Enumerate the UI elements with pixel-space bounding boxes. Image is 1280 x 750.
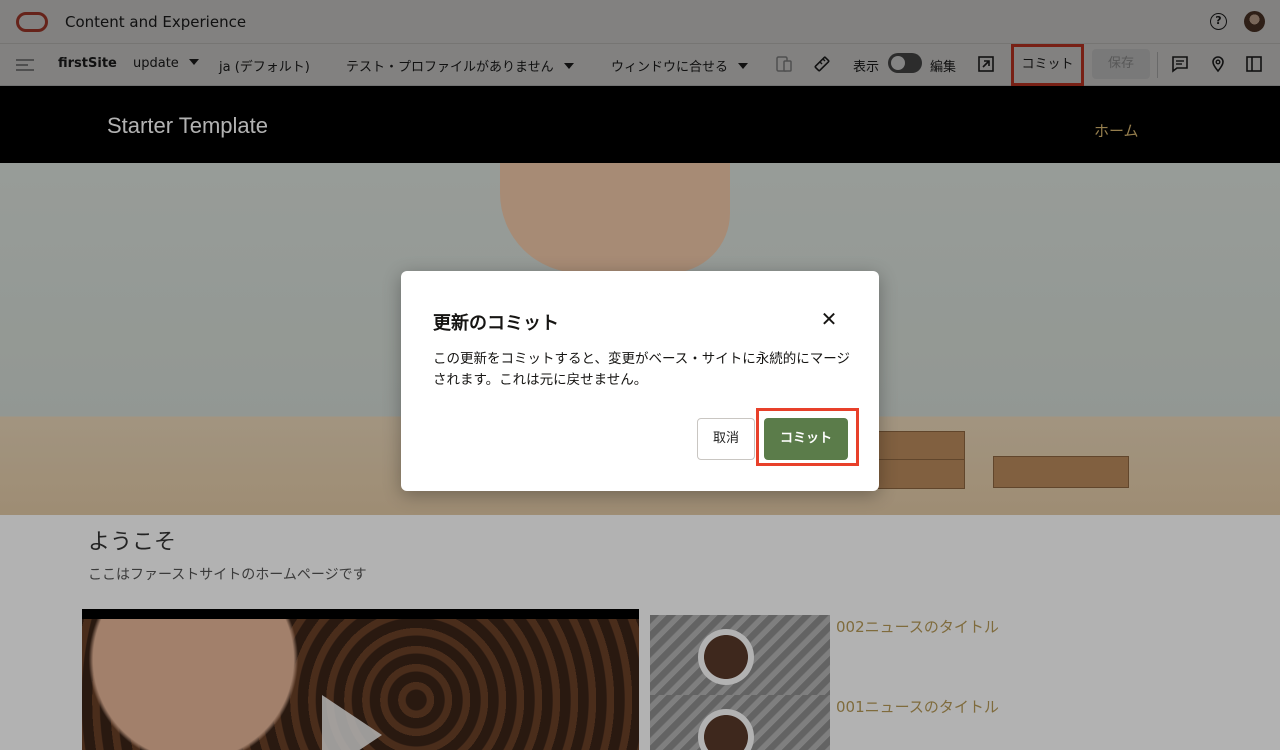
cancel-button[interactable]: 取消	[697, 418, 755, 460]
commit-dialog: 更新のコミット ✕ この更新をコミットすると、変更がベース・サイトに永続的にマー…	[401, 271, 879, 491]
dialog-message: この更新をコミットすると、変更がベース・サイトに永続的にマージされます。これは元…	[433, 351, 851, 388]
close-icon[interactable]: ✕	[819, 309, 839, 329]
dialog-title: 更新のコミット	[433, 313, 559, 334]
confirm-commit-button[interactable]: コミット	[764, 418, 848, 460]
